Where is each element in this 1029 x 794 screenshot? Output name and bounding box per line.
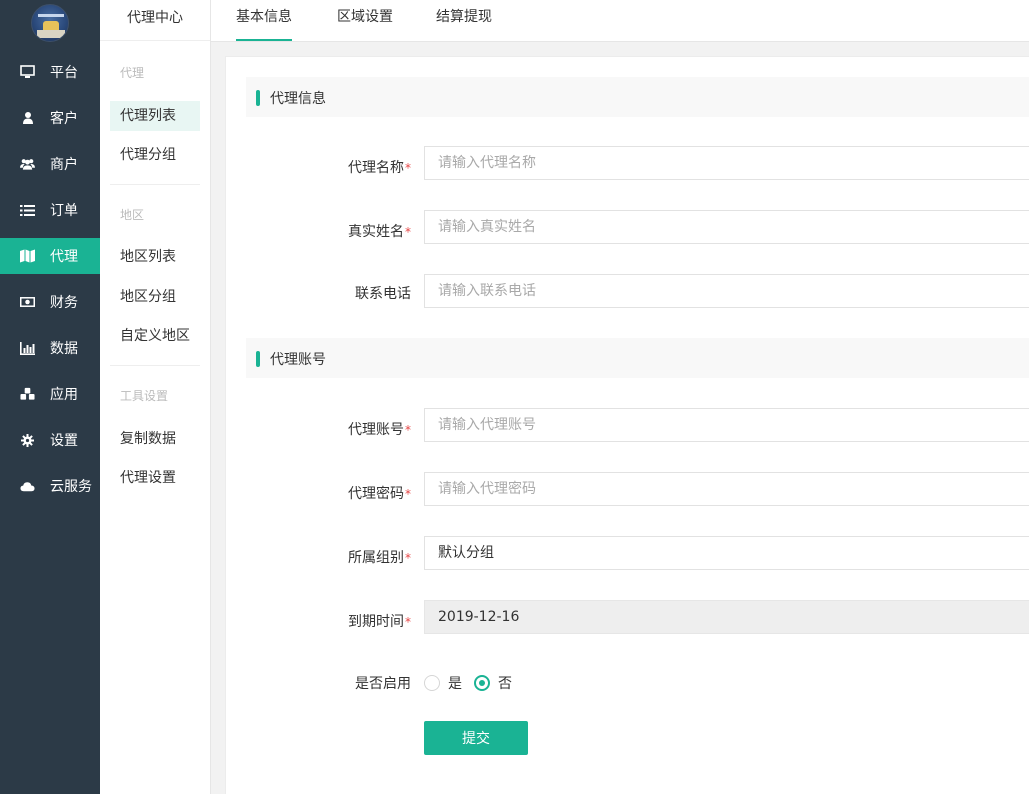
agent-name-label: 代理名称* xyxy=(226,157,411,177)
nav-item-label: 代理 xyxy=(50,249,78,265)
user-icon xyxy=(20,111,35,125)
submenu-item-custom-region[interactable]: 自定义地区 xyxy=(110,321,200,351)
required-mark: * xyxy=(405,487,411,501)
enabled-radio-group: 是 否 xyxy=(424,673,624,693)
section-accent-bar xyxy=(256,351,260,367)
app-logo[interactable] xyxy=(31,4,69,42)
required-mark: * xyxy=(405,161,411,175)
enabled-radio-yes[interactable]: 是 xyxy=(424,673,462,693)
tab-bar: 基本信息 区域设置 结算提现 xyxy=(211,0,1029,42)
agent-form-card: 代理信息 代理名称* 真实姓名* 联系电话 代理账号 代理账号* 代理密码* 所… xyxy=(225,56,1029,794)
expire-label: 到期时间* xyxy=(226,611,411,631)
nav-item-label: 平台 xyxy=(50,65,78,81)
map-icon xyxy=(20,249,35,263)
nav-item-label: 设置 xyxy=(50,433,78,449)
agent-submenu: 代理中心 代理 代理列表 代理分组 地区 地区列表 地区分组 自定义地区 工具设… xyxy=(100,0,211,794)
nav-item-platform[interactable]: 平台 xyxy=(0,54,100,90)
bar-chart-icon xyxy=(20,341,35,355)
expire-label-text: 到期时间 xyxy=(348,614,404,630)
nav-item-apps[interactable]: 应用 xyxy=(0,376,100,412)
nav-item-finance[interactable]: 财务 xyxy=(0,284,100,320)
radio-circle-checked xyxy=(474,675,490,691)
submenu-item-region-list[interactable]: 地区列表 xyxy=(110,242,200,272)
phone-label: 联系电话 xyxy=(355,286,411,302)
submenu-divider xyxy=(110,365,200,366)
section-title: 代理信息 xyxy=(270,91,326,107)
real-name-input[interactable] xyxy=(424,210,1029,244)
list-icon xyxy=(20,203,35,217)
account-input[interactable] xyxy=(424,408,1029,442)
required-mark: * xyxy=(405,423,411,437)
real-name-label: 真实姓名* xyxy=(226,221,411,241)
submenu-item-region-group[interactable]: 地区分组 xyxy=(110,282,200,312)
account-label-text: 代理账号 xyxy=(348,422,404,438)
section-header-agent-account: 代理账号 xyxy=(246,338,1029,378)
submenu-group-title: 工具设置 xyxy=(120,389,169,403)
password-label-text: 代理密码 xyxy=(348,486,404,502)
nav-item-settings[interactable]: 设置 xyxy=(0,422,100,458)
cubes-icon xyxy=(20,387,35,401)
phone-input[interactable] xyxy=(424,274,1029,308)
radio-circle xyxy=(424,675,440,691)
password-input[interactable] xyxy=(424,472,1029,506)
nav-item-cloud[interactable]: 云服务 xyxy=(0,468,100,504)
radio-label: 否 xyxy=(498,676,512,692)
section-header-agent-info: 代理信息 xyxy=(246,77,1029,117)
submenu-item-agent-group[interactable]: 代理分组 xyxy=(110,140,200,170)
submenu-group-title: 代理 xyxy=(120,66,145,80)
submenu-group-title: 地区 xyxy=(120,208,145,222)
nav-item-customer[interactable]: 客户 xyxy=(0,100,100,136)
agent-name-label-text: 代理名称 xyxy=(348,160,404,176)
agent-name-input[interactable] xyxy=(424,146,1029,180)
nav-item-label: 云服务 xyxy=(50,479,92,495)
radio-label: 是 xyxy=(448,676,462,692)
submenu-item-copy-data[interactable]: 复制数据 xyxy=(110,424,200,454)
tab-basic-info[interactable]: 基本信息 xyxy=(236,0,292,42)
password-label: 代理密码* xyxy=(226,483,411,503)
enabled-radio-no[interactable]: 否 xyxy=(474,673,512,693)
users-icon xyxy=(20,157,35,171)
monitor-icon xyxy=(20,65,35,79)
submenu-item-agent-list[interactable]: 代理列表 xyxy=(110,101,200,131)
nav-item-label: 客户 xyxy=(50,111,78,127)
submenu-item-agent-settings[interactable]: 代理设置 xyxy=(110,463,200,493)
cloud-icon xyxy=(20,479,35,493)
nav-item-label: 商户 xyxy=(50,157,78,173)
required-mark: * xyxy=(405,551,411,565)
group-label: 所属组别* xyxy=(226,547,411,567)
main-nav: 平台 客户 商户 订单 代理 财务 数据 应用 设置 云服务 xyxy=(0,0,100,794)
nav-item-agent[interactable]: 代理 xyxy=(0,238,100,274)
nav-item-label: 应用 xyxy=(50,387,78,403)
money-icon xyxy=(20,295,35,309)
group-select[interactable]: 默认分组 xyxy=(424,536,1029,570)
nav-item-data[interactable]: 数据 xyxy=(0,330,100,366)
tab-settlement[interactable]: 结算提现 xyxy=(436,0,492,42)
nav-item-label: 财务 xyxy=(50,295,78,311)
enabled-label: 是否启用 xyxy=(355,676,411,692)
submenu-divider xyxy=(110,184,200,185)
account-label: 代理账号* xyxy=(226,419,411,439)
submit-button[interactable]: 提交 xyxy=(424,721,528,755)
required-mark: * xyxy=(405,225,411,239)
tab-region-settings[interactable]: 区域设置 xyxy=(337,0,393,42)
group-label-text: 所属组别 xyxy=(348,550,404,566)
expire-date-field: 2019-12-16 xyxy=(424,600,1029,634)
section-title: 代理账号 xyxy=(270,352,326,368)
section-accent-bar xyxy=(256,90,260,106)
nav-item-order[interactable]: 订单 xyxy=(0,192,100,228)
nav-item-merchant[interactable]: 商户 xyxy=(0,146,100,182)
gear-icon xyxy=(20,433,35,447)
required-mark: * xyxy=(405,615,411,629)
nav-item-label: 订单 xyxy=(50,203,78,219)
submenu-title: 代理中心 xyxy=(100,0,210,41)
real-name-label-text: 真实姓名 xyxy=(348,224,404,240)
nav-item-label: 数据 xyxy=(50,341,78,357)
